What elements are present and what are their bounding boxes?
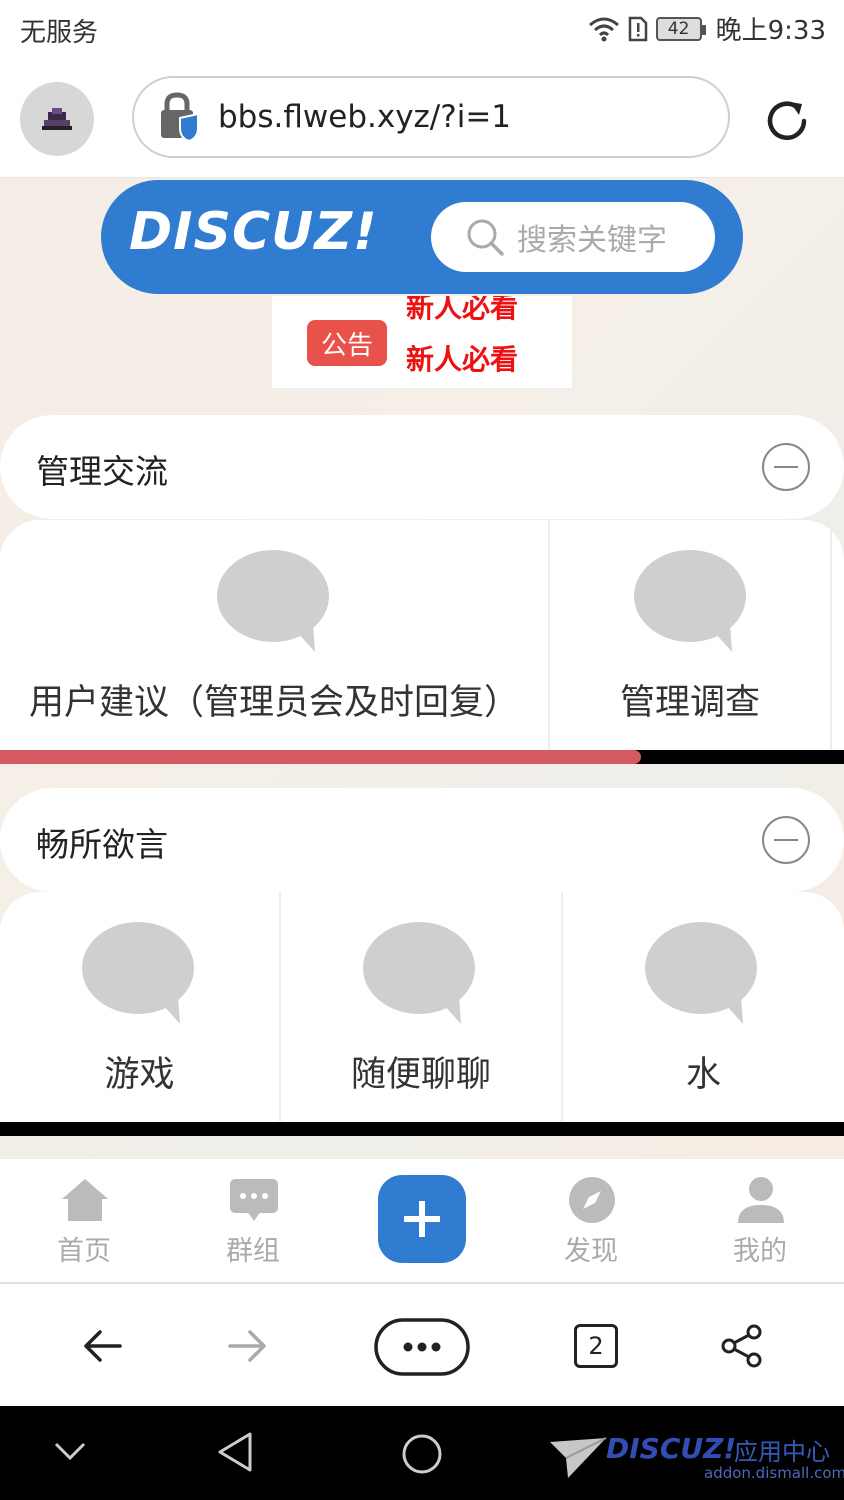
status-right: 42 晚上9:33 <box>588 10 826 47</box>
collapse-icon[interactable] <box>762 816 810 864</box>
compass-icon <box>569 1177 615 1223</box>
post-button[interactable] <box>378 1175 466 1263</box>
search-input[interactable]: 搜索关键字 <box>431 202 715 272</box>
forum-item[interactable]: 随便聊聊 <box>281 892 563 1122</box>
site-header: DISCUZ! 搜索关键字 <box>101 180 743 294</box>
chevron-down-icon[interactable] <box>50 1436 90 1466</box>
more-menu-icon[interactable] <box>374 1318 470 1376</box>
notice-text[interactable]: 新人必看 <box>406 338 518 378</box>
section-header-management[interactable]: 管理交流 <box>0 415 844 519</box>
app-tab-bar: 首页 群组 发现 我的 <box>0 1158 844 1282</box>
page-content: DISCUZ! 搜索关键字 公告 新人必看 新人必看 管理交流 用户建议（管理员… <box>0 178 844 1158</box>
plus-icon <box>404 1201 440 1237</box>
browser-nav-bar: 2 <box>0 1282 844 1406</box>
status-bar: 无服务 42 晚上9:33 <box>0 0 844 60</box>
reload-icon[interactable] <box>762 96 812 146</box>
tab-groups[interactable]: 群组 <box>193 1159 313 1283</box>
tab-label: 首页 <box>57 1236 111 1267</box>
section-title: 管理交流 <box>36 452 168 491</box>
scrollbar-thumb[interactable] <box>0 750 642 764</box>
tab-me[interactable]: 我的 <box>700 1159 820 1283</box>
search-placeholder: 搜索关键字 <box>517 223 667 258</box>
forum-item[interactable]: 用户建议（管理员会及时回复） <box>0 520 550 750</box>
forum-item[interactable]: 水 <box>563 892 844 1122</box>
section-header-chat[interactable]: 畅所欲言 <box>0 788 844 892</box>
watermark: DISCUZ! 应用中心 addon.dismall.com <box>548 1432 844 1492</box>
discuz-logo[interactable]: DISCUZ! <box>129 202 378 262</box>
forum-grid-management: 用户建议（管理员会及时回复） 管理调查 <box>0 520 844 750</box>
browser-toolbar: bbs.flweb.xyz/?i=1 <box>0 60 844 178</box>
announcement-ticker[interactable]: 公告 新人必看 新人必看 <box>272 296 572 388</box>
wifi-icon <box>588 17 619 41</box>
forum-label: 管理调查 <box>619 683 760 723</box>
tab-label: 发现 <box>564 1236 618 1267</box>
forum-bubble-icon <box>645 922 757 1024</box>
watermark-caption: 应用中心 <box>734 1438 830 1466</box>
avatar[interactable] <box>20 82 94 156</box>
forum-label: 随便聊聊 <box>350 1055 491 1095</box>
notice-previous-text: 新人必看 <box>406 296 519 324</box>
battery-icon: 42 <box>655 16 706 41</box>
forum-bubble-icon <box>363 922 475 1024</box>
section-divider <box>0 1122 844 1136</box>
forum-label: 游戏 <box>104 1055 175 1095</box>
search-icon <box>467 219 504 256</box>
forum-label: 用户建议（管理员会及时回复） <box>28 683 519 723</box>
watermark-brand: DISCUZ! <box>606 1432 737 1465</box>
address-bar[interactable]: bbs.flweb.xyz/?i=1 <box>132 76 730 158</box>
chat-group-icon <box>230 1179 278 1221</box>
home-circle-icon[interactable] <box>400 1432 444 1476</box>
tab-home[interactable]: 首页 <box>24 1159 144 1283</box>
url-text: bbs.flweb.xyz/?i=1 <box>218 99 512 135</box>
section-title: 畅所欲言 <box>36 825 168 864</box>
collapse-icon[interactable] <box>762 443 810 491</box>
forum-item[interactable]: 管理调查 <box>550 520 832 750</box>
forum-bubble-icon <box>217 550 329 652</box>
user-icon <box>738 1177 784 1223</box>
tabs-count-button[interactable]: 2 <box>574 1324 618 1368</box>
forum-label: 水 <box>685 1055 721 1095</box>
tab-label: 我的 <box>733 1236 787 1267</box>
clock: 晚上9:33 <box>715 16 826 46</box>
forum-grid-chat: 游戏 随便聊聊 水 <box>0 892 844 1122</box>
tab-label: 群组 <box>226 1236 280 1267</box>
notice-badge: 公告 <box>307 320 387 366</box>
tab-discover[interactable]: 发现 <box>531 1159 651 1283</box>
forum-bubble-icon <box>82 922 194 1024</box>
horizontal-scrollbar[interactable] <box>0 750 844 764</box>
forum-item[interactable]: 游戏 <box>0 892 281 1122</box>
watermark-site: addon.dismall.com <box>704 1464 844 1482</box>
back-arrow-icon[interactable] <box>80 1324 124 1368</box>
back-triangle-icon[interactable] <box>214 1430 258 1474</box>
share-icon[interactable] <box>720 1324 764 1368</box>
forward-arrow-icon[interactable] <box>226 1324 270 1368</box>
home-icon <box>62 1179 108 1221</box>
avatar-image <box>42 108 72 130</box>
paper-plane-icon <box>550 1437 607 1478</box>
secure-lock-icon <box>161 92 199 142</box>
sim-alert-icon <box>628 16 647 41</box>
forum-bubble-icon <box>634 550 746 652</box>
carrier-text: 无服务 <box>20 18 99 48</box>
